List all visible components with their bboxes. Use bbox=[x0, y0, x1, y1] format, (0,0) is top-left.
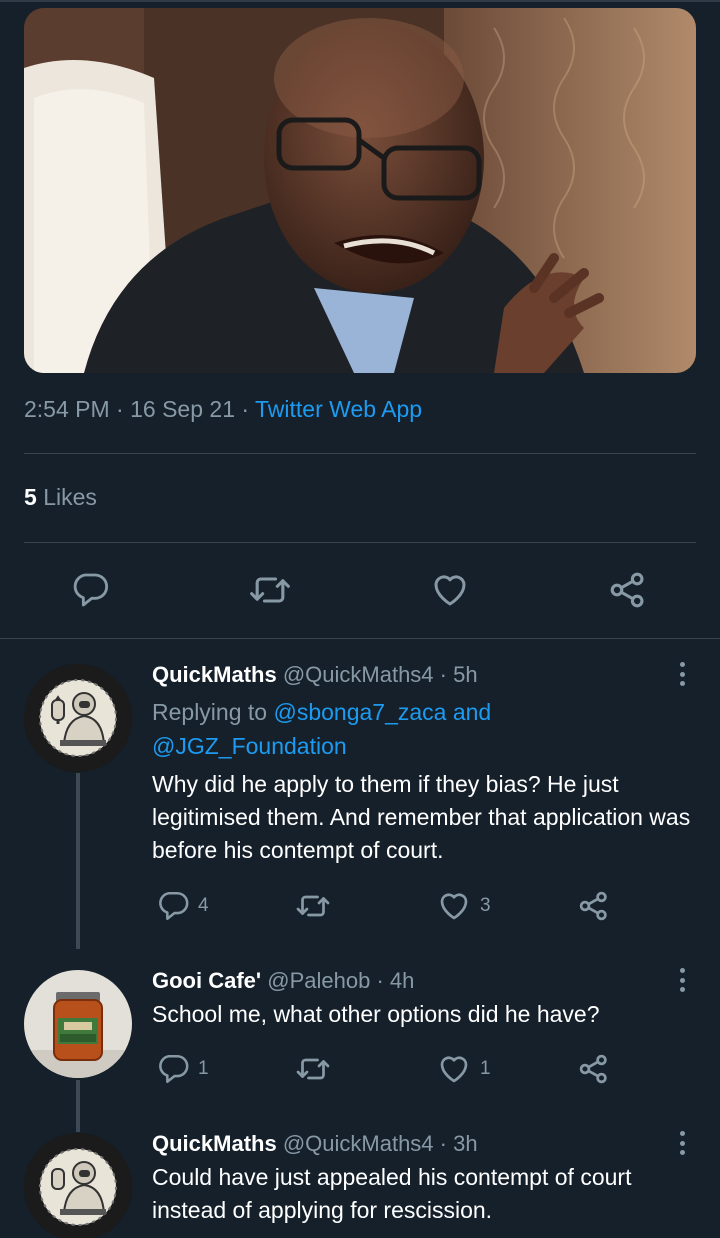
like-button[interactable] bbox=[428, 568, 472, 612]
tweet-action-bar bbox=[0, 568, 720, 618]
reply-text: Why did he apply to them if they bias? H… bbox=[152, 771, 691, 863]
reply-icon bbox=[73, 573, 108, 607]
tweet-source-app[interactable]: Twitter Web App bbox=[255, 396, 422, 422]
share-icon bbox=[579, 891, 607, 921]
mention-link[interactable]: @sbonga7_zaca bbox=[273, 699, 446, 725]
avatar[interactable] bbox=[24, 1133, 132, 1238]
reply-button[interactable]: 1 bbox=[156, 1051, 209, 1087]
likes-count: 5 bbox=[24, 484, 37, 510]
tweet-time: 2:54 PM bbox=[24, 396, 110, 422]
replying-and: and bbox=[452, 699, 492, 725]
avatar[interactable] bbox=[24, 970, 132, 1078]
avatar[interactable] bbox=[24, 664, 132, 772]
retweet-icon bbox=[296, 1058, 330, 1080]
user-handle[interactable]: @Palehob bbox=[267, 968, 370, 993]
reply-count: 1 bbox=[198, 1058, 209, 1079]
reply-icon bbox=[159, 1054, 189, 1084]
likes-summary[interactable]: 5 Likes bbox=[24, 484, 97, 511]
reply-icon bbox=[159, 891, 189, 921]
tweet-date: 16 Sep 21 bbox=[130, 396, 235, 422]
reply-header: Gooi Cafe' @Palehob · 4h bbox=[152, 966, 414, 996]
meta-separator: · bbox=[116, 396, 124, 422]
top-border bbox=[0, 0, 720, 2]
reply-text: Could have just appealed his contempt of… bbox=[152, 1164, 632, 1223]
display-name[interactable]: QuickMaths bbox=[152, 1131, 277, 1156]
like-count: 1 bbox=[480, 1058, 491, 1079]
share-icon bbox=[610, 572, 644, 608]
thread-connector bbox=[76, 1080, 80, 1132]
like-button[interactable]: 3 bbox=[436, 888, 491, 924]
astronaut-avatar-image bbox=[24, 1133, 132, 1238]
replying-to: Replying to @sbonga7_zaca and @JGZ_Found… bbox=[152, 695, 572, 763]
reply-text: School me, what other options did he hav… bbox=[152, 1001, 600, 1027]
display-name[interactable]: QuickMaths bbox=[152, 662, 277, 687]
reply-header: QuickMaths @QuickMaths4 · 3h bbox=[152, 1129, 478, 1159]
share-button[interactable] bbox=[576, 1051, 612, 1087]
user-handle[interactable]: @QuickMaths4 bbox=[283, 1131, 434, 1156]
retweet-button[interactable] bbox=[295, 1051, 339, 1087]
user-handle[interactable]: @QuickMaths4 bbox=[283, 662, 434, 687]
reply-count: 4 bbox=[198, 895, 209, 916]
reply-button[interactable] bbox=[68, 568, 112, 612]
like-icon bbox=[434, 575, 466, 606]
replying-prefix: Replying to bbox=[152, 699, 268, 725]
retweet-button[interactable] bbox=[295, 888, 339, 924]
like-button[interactable]: 1 bbox=[436, 1051, 491, 1087]
more-icon bbox=[679, 968, 685, 973]
thread-connector bbox=[76, 773, 80, 949]
likes-label: Likes bbox=[43, 484, 97, 510]
retweet-icon bbox=[250, 577, 290, 603]
reply-header: QuickMaths @QuickMaths4 · 5h bbox=[152, 660, 478, 690]
share-button[interactable] bbox=[576, 888, 612, 924]
retweet-button[interactable] bbox=[248, 568, 292, 612]
reply-time: · 3h bbox=[439, 1131, 478, 1156]
photo-illustration bbox=[24, 8, 696, 373]
astronaut-avatar-image bbox=[24, 664, 132, 772]
reply-time: · 4h bbox=[376, 968, 415, 993]
mention-link[interactable]: @JGZ_Foundation bbox=[152, 733, 347, 759]
more-options-button[interactable] bbox=[674, 658, 690, 690]
more-options-button[interactable] bbox=[674, 964, 690, 996]
divider bbox=[24, 542, 696, 543]
share-button[interactable] bbox=[606, 568, 650, 612]
meta-separator: · bbox=[241, 396, 250, 422]
like-icon bbox=[440, 1056, 468, 1083]
jar-avatar-image bbox=[24, 970, 132, 1078]
tweet-meta: 2:54 PM · 16 Sep 21 · Twitter Web App bbox=[24, 396, 422, 423]
more-options-button[interactable] bbox=[674, 1127, 690, 1159]
more-icon bbox=[679, 662, 685, 667]
share-icon bbox=[579, 1054, 607, 1084]
section-divider bbox=[0, 638, 720, 639]
display-name[interactable]: Gooi Cafe' bbox=[152, 968, 261, 993]
like-count: 3 bbox=[480, 895, 491, 916]
retweet-icon bbox=[296, 895, 330, 917]
tweet-photo[interactable] bbox=[24, 8, 696, 373]
divider bbox=[24, 453, 696, 454]
reply-time: · 5h bbox=[439, 662, 478, 687]
reply-button[interactable]: 4 bbox=[156, 888, 209, 924]
more-icon bbox=[679, 1131, 685, 1136]
like-icon bbox=[440, 893, 468, 920]
